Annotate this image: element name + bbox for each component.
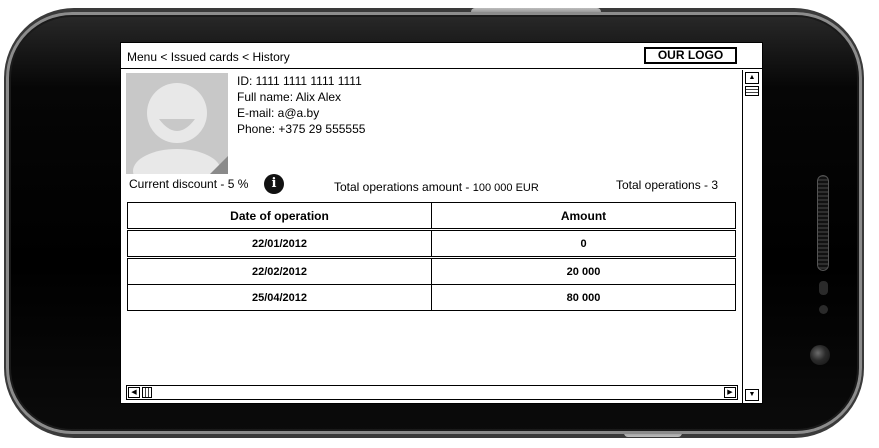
header-date[interactable]: Date of operation bbox=[128, 203, 432, 228]
full-name: Full name: Alix Alex bbox=[237, 90, 342, 104]
breadcrumb-menu[interactable]: Menu bbox=[127, 50, 157, 64]
row-date: 22/01/2012 bbox=[128, 231, 432, 256]
row-amount: 20 000 bbox=[566, 265, 601, 278]
breadcrumb-separator: < bbox=[238, 50, 253, 64]
horizontal-scrollbar[interactable]: ◀ ▶ bbox=[126, 385, 738, 400]
card-id: ID: 1111 1111 1111 1111 bbox=[237, 74, 362, 88]
light-sensor bbox=[819, 305, 828, 314]
avatar bbox=[126, 73, 228, 174]
vertical-scroll-thumb[interactable] bbox=[745, 86, 759, 96]
avatar-resize-corner bbox=[210, 156, 228, 174]
info-icon[interactable]: i bbox=[264, 174, 284, 194]
table-header-row: Date of operation Amount bbox=[127, 202, 736, 229]
total-operations: Total operations - 3 bbox=[616, 178, 719, 192]
row-amount: 0 bbox=[580, 237, 587, 250]
breadcrumb-issued-cards[interactable]: Issued cards bbox=[171, 50, 239, 64]
breadcrumb: Menu < Issued cards < History bbox=[127, 50, 290, 64]
profile-info: ID: 1111 1111 1111 1111 Full name: Alix … bbox=[237, 73, 365, 137]
speaker-grille bbox=[817, 175, 829, 271]
content-area: ID: 1111 1111 1111 1111 Full name: Alix … bbox=[121, 70, 742, 385]
header-amount[interactable]: Amount bbox=[432, 203, 735, 228]
breadcrumb-history: History bbox=[252, 50, 290, 64]
vertical-scrollbar[interactable]: ▲ ▼ bbox=[742, 70, 762, 403]
table-row[interactable]: 22/01/2012 0 bbox=[127, 230, 736, 257]
breadcrumb-separator: < bbox=[157, 50, 171, 64]
phone-screen: Menu < Issued cards < History OUR LOGO I… bbox=[120, 42, 763, 404]
row-date: 25/04/2012 bbox=[128, 285, 432, 310]
horizontal-scroll-thumb[interactable] bbox=[142, 387, 152, 398]
total-operations-amount: Total operations amount - 100 000 EUR bbox=[334, 180, 539, 194]
current-discount: Current discount - 5 % bbox=[129, 177, 249, 191]
table-row[interactable]: 22/02/2012 20 000 bbox=[127, 258, 736, 285]
front-camera bbox=[810, 345, 830, 365]
proximity-sensor bbox=[819, 281, 828, 295]
arrow-right-icon[interactable]: ▶ bbox=[724, 387, 736, 398]
email: E-mail: a@a.by bbox=[237, 106, 320, 120]
arrow-left-icon[interactable]: ◀ bbox=[128, 387, 140, 398]
total-amount-label: Total operations amount - bbox=[334, 180, 473, 194]
top-bar: Menu < Issued cards < History OUR LOGO bbox=[121, 43, 762, 69]
table-row[interactable]: 25/04/2012 80 000 bbox=[127, 284, 736, 311]
arrow-up-icon[interactable]: ▲ bbox=[745, 72, 759, 84]
logo: OUR LOGO bbox=[644, 47, 737, 64]
arrow-down-icon[interactable]: ▼ bbox=[745, 389, 759, 401]
phone: Phone: +375 29 555555 bbox=[237, 122, 366, 136]
row-amount: 80 000 bbox=[566, 291, 601, 304]
row-date: 22/02/2012 bbox=[128, 259, 432, 284]
total-amount-value: 100 000 EUR bbox=[472, 182, 539, 194]
